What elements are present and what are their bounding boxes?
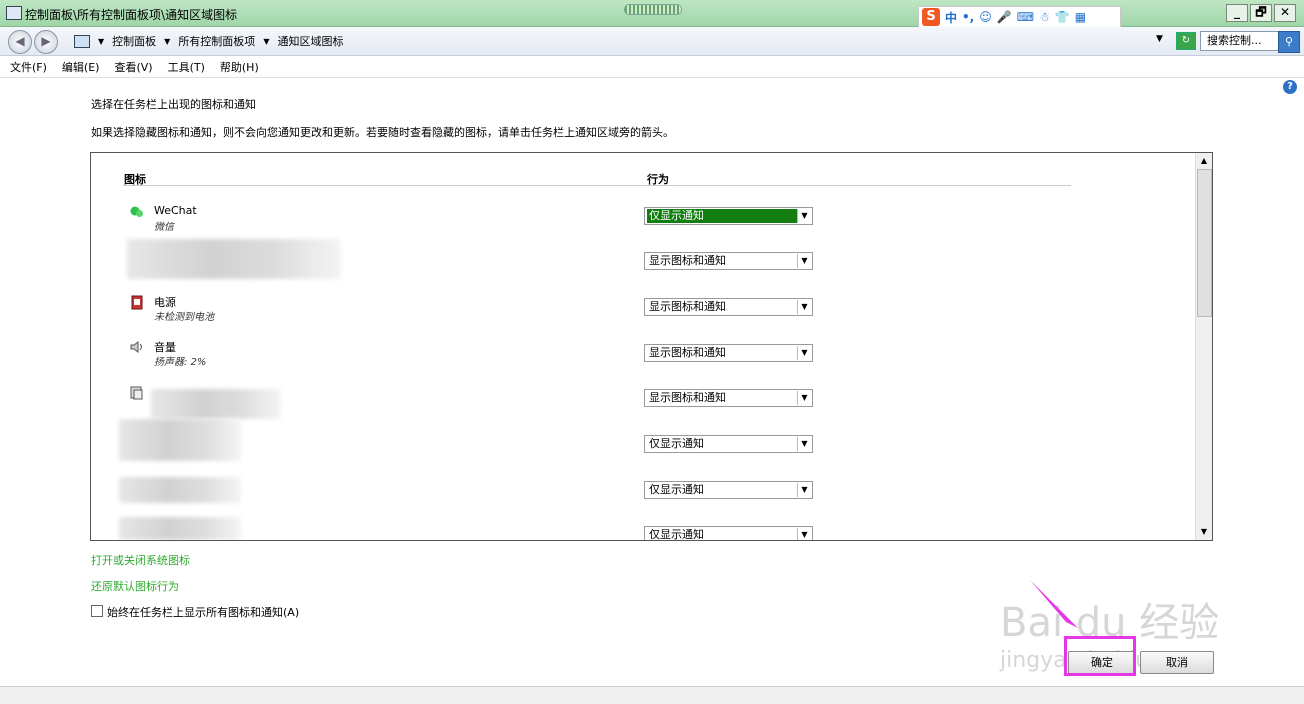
keyboard-icon[interactable]: ⌨ [1017, 10, 1034, 24]
grid-icon[interactable]: ▦ [1075, 10, 1086, 24]
computer-icon [74, 34, 90, 48]
annotation-highlight-box [1064, 636, 1136, 676]
breadcrumb: ▼ 控制面板 ▼ 所有控制面板项 ▼ 通知区域图标 [74, 33, 343, 49]
blurred-app-entry [119, 517, 241, 540]
page-description: 如果选择隐藏图标和通知，则不会向您通知更改和更新。若要随时查看隐藏的图标，请单击… [91, 126, 674, 139]
chevron-down-icon[interactable]: ▼ [797, 437, 811, 451]
wechat-icon [129, 204, 145, 220]
menu-view[interactable]: 查看(V) [114, 59, 152, 75]
window-controls: _ 🗗 ✕ [1226, 4, 1296, 22]
power-icon [129, 294, 145, 310]
search-input[interactable]: 搜索控制... [1200, 31, 1282, 51]
ime-mode[interactable]: 中 [945, 9, 957, 26]
chevron-down-icon[interactable]: ▼ [797, 300, 811, 314]
ime-toolbar: S 中 •, ☺ 🎤 ⌨ ☃ 👕 ▦ [918, 6, 1121, 28]
page-heading: 选择在任务栏上出现的图标和通知 [91, 98, 256, 111]
row-status: 扬声器: 2% [154, 357, 207, 368]
annotation-arrow-icon [1030, 580, 1078, 628]
breadcrumb-all-items[interactable]: 所有控制面板项 [178, 33, 255, 49]
control-panel-icon [6, 6, 22, 20]
status-bar [0, 686, 1304, 704]
blurred-app-entry [151, 389, 281, 419]
chevron-down-icon[interactable]: ▼ [797, 483, 811, 497]
breadcrumb-control-panel[interactable]: 控制面板 [112, 33, 156, 49]
system-icons-link[interactable]: 打开或关闭系统图标 [91, 552, 190, 568]
behavior-value: 仅显示通知 [649, 437, 704, 450]
microphone-icon[interactable]: 🎤 [997, 10, 1012, 24]
behavior-value: 显示图标和通知 [649, 391, 726, 404]
chevron-down-icon[interactable]: ▼ [797, 346, 811, 360]
chevron-down-icon[interactable]: ▼ [797, 391, 811, 405]
ime-punct[interactable]: •, [962, 10, 974, 24]
behavior-value: 显示图标和通知 [649, 300, 726, 313]
search-icon[interactable]: ⚲ [1278, 31, 1300, 53]
address-dropdown-icon[interactable]: ▼ [1156, 34, 1163, 44]
behavior-value: 仅显示通知 [649, 528, 704, 541]
vertical-scrollbar[interactable]: ▲ ▼ [1195, 153, 1212, 540]
behavior-select[interactable]: 仅显示通知 ▼ [644, 526, 813, 541]
title-grip[interactable] [624, 4, 682, 15]
blurred-app-entry [119, 477, 241, 503]
blurred-app-entry [127, 239, 341, 279]
behavior-select[interactable]: 仅显示通知 ▼ [644, 481, 813, 499]
menu-tools[interactable]: 工具(T) [168, 59, 205, 75]
scroll-down-icon[interactable]: ▼ [1196, 524, 1212, 540]
window-title: 控制面板\所有控制面板项\通知区域图标 [25, 8, 238, 22]
scroll-up-icon[interactable]: ▲ [1196, 153, 1212, 169]
menu-file[interactable]: 文件(F) [10, 59, 47, 75]
forward-button[interactable]: ▶ [34, 30, 58, 54]
menu-edit[interactable]: 编辑(E) [62, 59, 100, 75]
chevron-down-icon[interactable]: ▼ [98, 37, 104, 46]
row-status: 未检测到电池 [154, 312, 214, 323]
chevron-down-icon[interactable]: ▼ [797, 209, 811, 223]
back-button[interactable]: ◀ [8, 30, 32, 54]
user-icon[interactable]: ☃ [1039, 10, 1050, 24]
title-bar: 控制面板\所有控制面板项\通知区域图标 S 中 •, ☺ 🎤 ⌨ ☃ 👕 ▦ _… [0, 0, 1304, 28]
chevron-down-icon[interactable]: ▼ [164, 37, 170, 46]
behavior-select[interactable]: 仅显示通知 ▼ [644, 207, 813, 225]
emoji-icon[interactable]: ☺ [979, 10, 992, 24]
cancel-button[interactable]: 取消 [1140, 651, 1214, 674]
network-icon [129, 385, 145, 401]
refresh-icon[interactable]: ↻ [1176, 32, 1196, 50]
restore-button[interactable]: 🗗 [1250, 4, 1272, 22]
restore-defaults-link[interactable]: 还原默认图标行为 [91, 578, 179, 594]
row-status: 微信 [154, 222, 174, 233]
address-bar: ◀ ▶ ▼ 控制面板 ▼ 所有控制面板项 ▼ 通知区域图标 ▼ ↻ 搜索控制..… [0, 27, 1304, 56]
always-show-label: 始终在任务栏上显示所有图标和通知(A) [107, 606, 300, 619]
minimize-button[interactable]: _ [1226, 4, 1248, 22]
behavior-value: 显示图标和通知 [649, 254, 726, 267]
chevron-down-icon[interactable]: ▼ [263, 37, 269, 46]
row-name: WeChat [154, 204, 197, 217]
chevron-down-icon[interactable]: ▼ [797, 528, 811, 540]
breadcrumb-notification-icons[interactable]: 通知区域图标 [277, 33, 343, 49]
behavior-select[interactable]: 仅显示通知 ▼ [644, 435, 813, 453]
scroll-thumb[interactable] [1197, 169, 1212, 317]
behavior-select[interactable]: 显示图标和通知 ▼ [644, 389, 813, 407]
chevron-down-icon[interactable]: ▼ [797, 254, 811, 268]
header-divider [123, 185, 1071, 186]
menu-help[interactable]: 帮助(H) [220, 59, 259, 75]
behavior-select[interactable]: 显示图标和通知 ▼ [644, 252, 813, 270]
sogou-logo-icon[interactable]: S [922, 8, 940, 26]
help-icon[interactable]: ? [1283, 80, 1297, 94]
menu-bar: 文件(F) 编辑(E) 查看(V) 工具(T) 帮助(H) [0, 56, 1304, 78]
behavior-value: 仅显示通知 [647, 209, 797, 223]
behavior-select[interactable]: 显示图标和通知 ▼ [644, 298, 813, 316]
behavior-value: 仅显示通知 [649, 483, 704, 496]
speaker-icon [129, 339, 145, 355]
close-button[interactable]: ✕ [1274, 4, 1296, 22]
notification-icons-list[interactable]: 图标 行为 WeChat 微信 仅显示通知 ▼ 显示图标和通知 ▼ 电源 未检测… [90, 152, 1213, 541]
blurred-app-entry [119, 419, 241, 461]
skin-icon[interactable]: 👕 [1055, 10, 1070, 24]
behavior-value: 显示图标和通知 [649, 346, 726, 359]
always-show-checkbox[interactable] [91, 605, 103, 617]
behavior-select[interactable]: 显示图标和通知 ▼ [644, 344, 813, 362]
